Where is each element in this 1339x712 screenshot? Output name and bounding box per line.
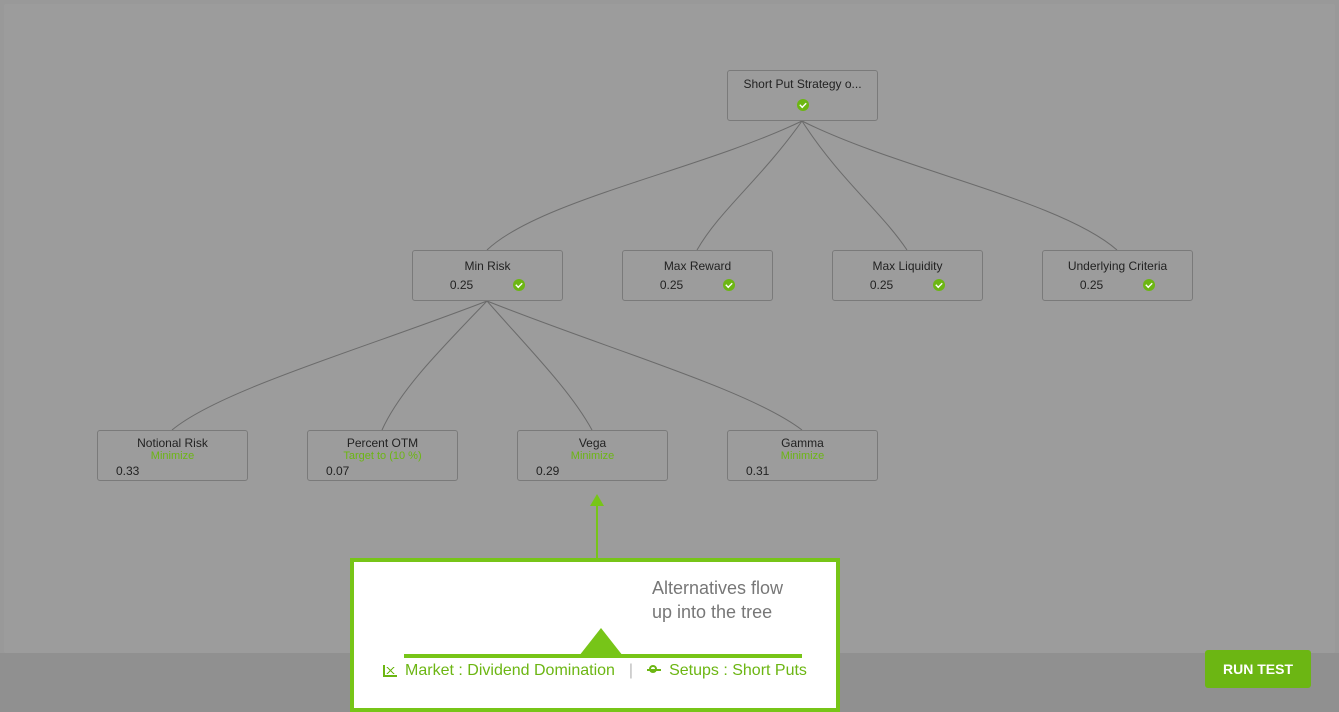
annotation-divider [404, 654, 802, 658]
tree-root-node[interactable]: Short Put Strategy o... [727, 70, 878, 121]
market-label: Market : Dividend Domination [405, 662, 615, 680]
check-icon [513, 279, 525, 291]
annotation-text: Alternatives flow up into the tree [652, 576, 783, 624]
canvas-body[interactable] [4, 4, 1335, 653]
node-value: 0.25 [450, 278, 473, 292]
node-notional-risk[interactable]: Notional Risk Minimize 0.33 [97, 430, 248, 481]
node-title: Min Risk [413, 251, 562, 273]
node-objective: Target to (10 %) [308, 450, 457, 462]
node-title: Max Liquidity [833, 251, 982, 273]
flow-arrow-icon [590, 494, 604, 556]
node-title: Vega [518, 431, 667, 450]
node-max-liquidity[interactable]: Max Liquidity 0.25 [832, 250, 983, 301]
node-value: 0.25 [660, 278, 683, 292]
run-test-button[interactable]: RUN TEST [1205, 650, 1311, 688]
node-percent-otm[interactable]: Percent OTM Target to (10 %) 0.07 [307, 430, 458, 481]
node-title: Gamma [728, 431, 877, 450]
node-title: Percent OTM [308, 431, 457, 450]
node-value: 0.07 [308, 464, 457, 484]
setup-icon [647, 665, 661, 677]
node-title: Notional Risk [98, 431, 247, 450]
chart-icon [383, 665, 397, 677]
check-icon [933, 279, 945, 291]
node-underlying-criteria[interactable]: Underlying Criteria 0.25 [1042, 250, 1193, 301]
node-value: 0.25 [870, 278, 893, 292]
market-link[interactable]: Market : Dividend Domination [383, 662, 615, 680]
check-icon [797, 99, 809, 111]
node-objective: Minimize [518, 450, 667, 462]
node-title: Underlying Criteria [1043, 251, 1192, 273]
node-min-risk[interactable]: Min Risk 0.25 [412, 250, 563, 301]
node-value: 0.33 [98, 464, 247, 484]
node-objective: Minimize [728, 450, 877, 462]
node-objective: Minimize [98, 450, 247, 462]
node-value: 0.31 [728, 464, 877, 484]
node-gamma[interactable]: Gamma Minimize 0.31 [727, 430, 878, 481]
node-title: Max Reward [623, 251, 772, 273]
node-vega[interactable]: Vega Minimize 0.29 [517, 430, 668, 481]
setups-label: Setups : Short Puts [669, 662, 807, 680]
separator: | [629, 662, 633, 680]
check-icon [1143, 279, 1155, 291]
annotation-triangle-icon [579, 628, 623, 656]
setups-link[interactable]: Setups : Short Puts [647, 662, 807, 680]
node-title: Short Put Strategy o... [728, 71, 877, 91]
annotation-callout: Alternatives flow up into the tree Marke… [350, 558, 840, 712]
check-icon [723, 279, 735, 291]
diagram-canvas: Short Put Strategy o... Min Risk 0.25 Ma… [0, 0, 1339, 712]
node-max-reward[interactable]: Max Reward 0.25 [622, 250, 773, 301]
node-value: 0.25 [1080, 278, 1103, 292]
node-value: 0.29 [518, 464, 667, 484]
